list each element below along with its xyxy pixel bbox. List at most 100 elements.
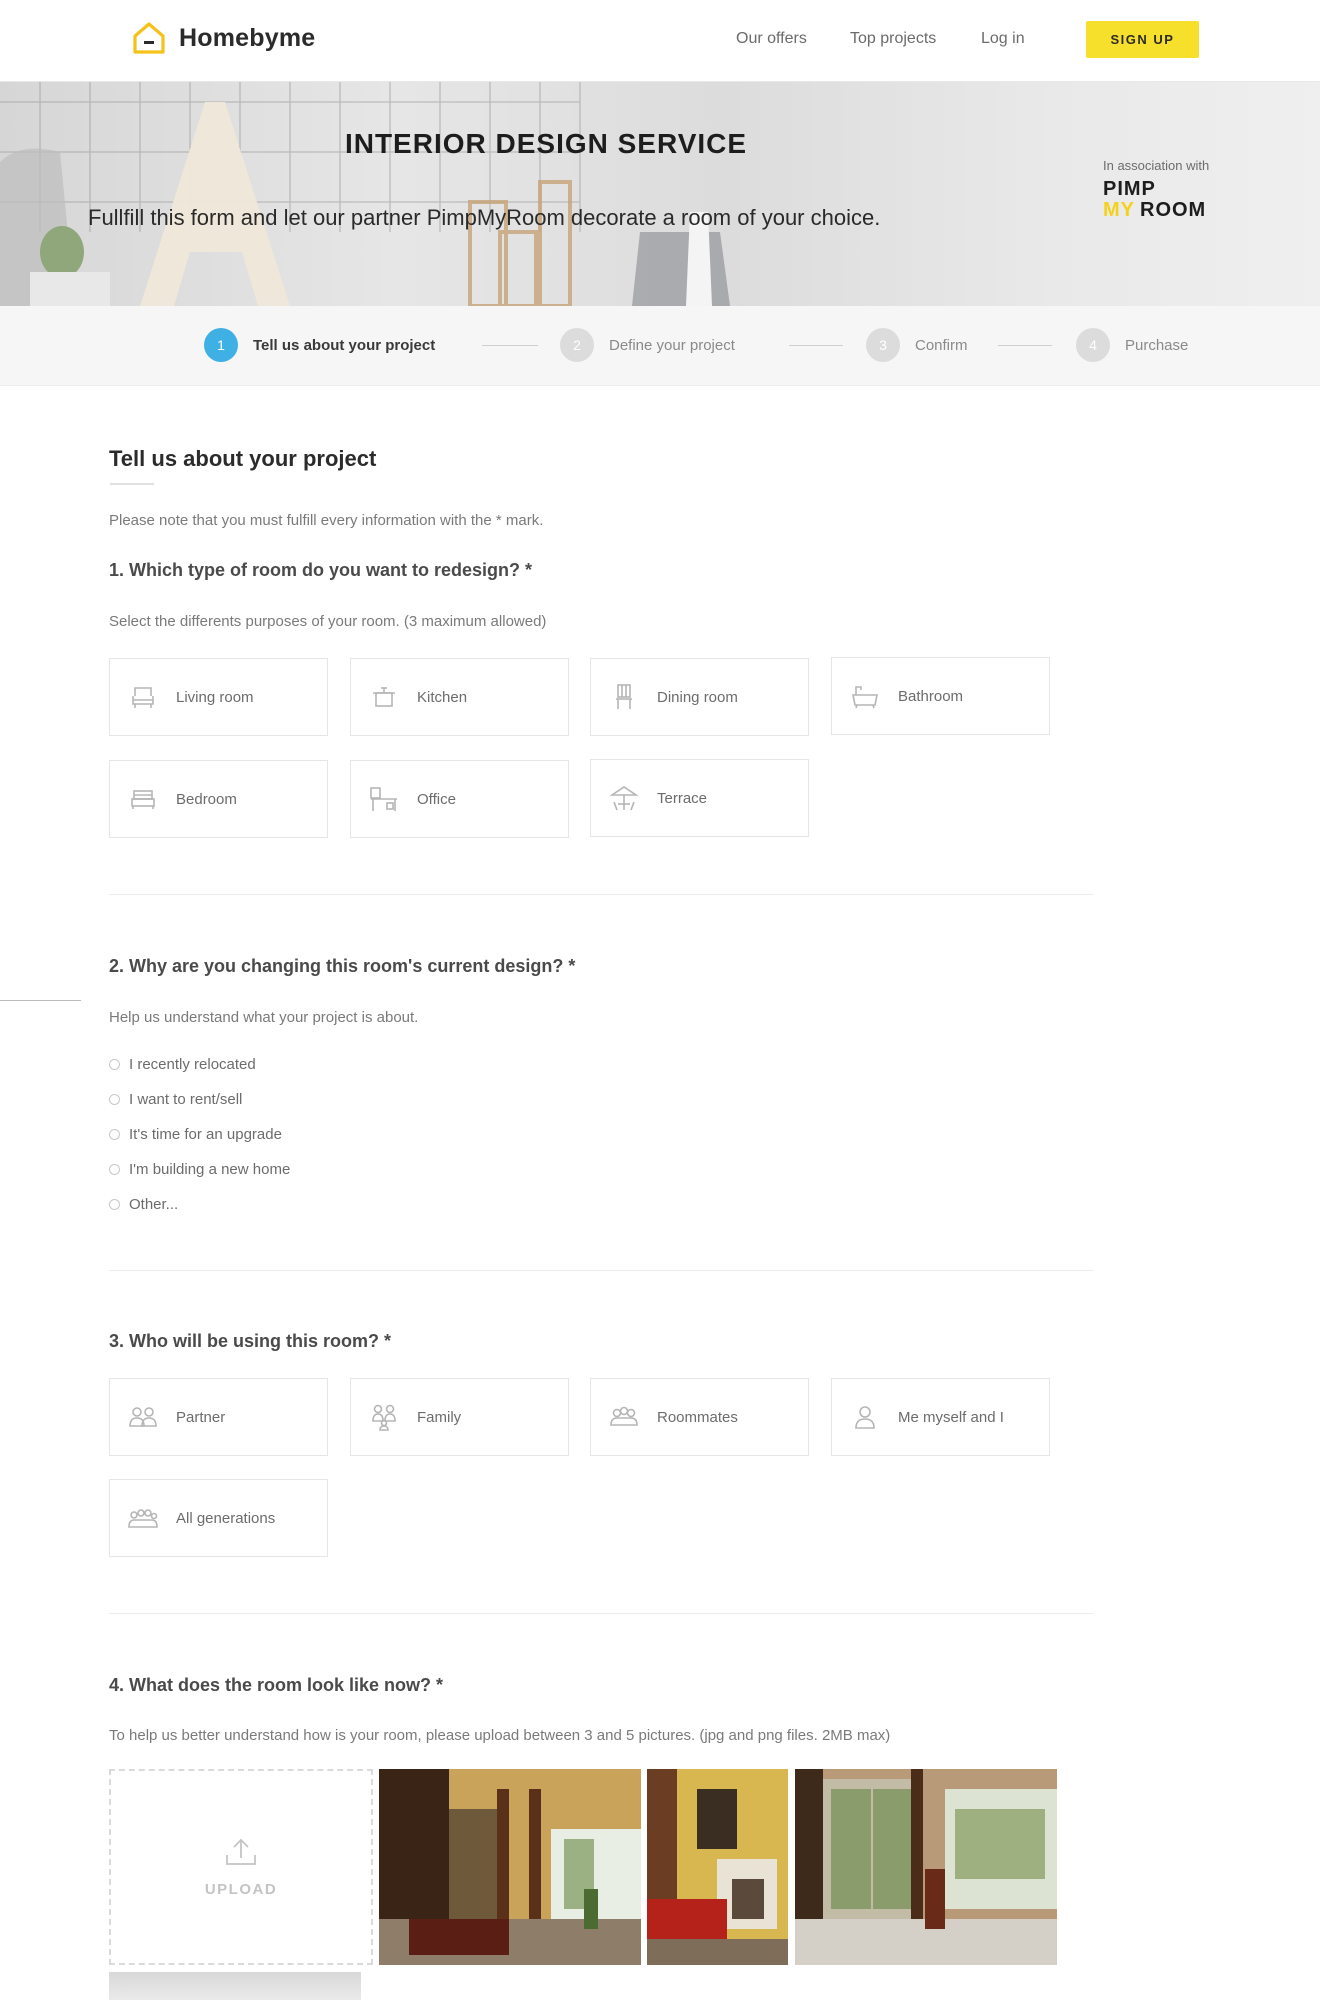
question-1: 1. Which type of room do you want to red… [109,560,533,580]
top-navbar: Homebyme Our offers Top projects Log in … [0,0,1320,82]
option-label: Roommates [657,1408,738,1426]
radio-label: Other... [129,1196,179,1213]
option-label: Living room [176,688,254,706]
side-decoration-line [0,1000,81,1001]
chair-icon [609,682,639,712]
person-icon [850,1402,880,1432]
pot-icon [369,682,399,712]
radio-label: I'm building a new home [129,1161,291,1178]
step-label: Tell us about your project [253,336,436,354]
form-title: Tell us about your project [109,446,377,471]
nav-our-offers[interactable]: Our offers [736,30,807,48]
association-label: In association with [1103,158,1210,173]
radio-label: I want to rent/sell [129,1091,243,1108]
option-label: Terrace [657,789,708,807]
nav-top-projects[interactable]: Top projects [850,30,936,48]
house-logo-icon [133,22,165,54]
step-2[interactable]: 2 Define your project [560,328,735,362]
family-icon [369,1402,399,1432]
radio-circle[interactable] [109,1059,120,1070]
section-divider [109,894,1093,895]
radio-circle[interactable] [109,1129,120,1140]
partner-logo-my: MY [1103,199,1135,221]
step-label: Confirm [915,336,968,354]
upload-dropzone[interactable]: UPLOAD [109,1769,373,1965]
option-label: Bedroom [176,790,237,808]
question-4: 4. What does the room look like now? * [109,1675,444,1695]
step-connector [482,345,538,346]
reason-option[interactable]: I want to rent/sell [109,1091,242,1108]
option-label: Dining room [657,688,738,706]
step-number: 1 [204,328,238,362]
option-label: Office [417,790,456,808]
user-option-me-myself-and-i[interactable]: Me myself and I [831,1378,1050,1456]
reason-option[interactable]: I recently relocated [109,1056,256,1073]
room-photo-2[interactable] [647,1769,788,1965]
room-photo-1[interactable] [379,1769,641,1965]
user-option-all-generations[interactable]: All generations [109,1479,328,1557]
option-label: Family [417,1408,462,1426]
progress-stepper: 1 Tell us about your project 2 Define yo… [0,306,1320,386]
room-option-dining-room[interactable]: Dining room [590,658,809,736]
parasol-icon [609,783,639,813]
partner-logo-pimp: PIMP [1103,178,1156,200]
reason-option[interactable]: Other... [109,1196,178,1213]
question-2: 2. Why are you changing this room's curr… [109,956,576,976]
bed-icon [128,784,158,814]
required-note: Please note that you must fulfill every … [109,512,544,529]
reason-option[interactable]: I'm building a new home [109,1161,290,1178]
hero-subtitle: Fullfill this form and let our partner P… [88,205,881,230]
room-option-terrace[interactable]: Terrace [590,759,809,837]
option-label: All generations [176,1509,276,1527]
room-option-living-room[interactable]: Living room [109,658,328,736]
room-option-office[interactable]: Office [350,760,569,838]
radio-circle[interactable] [109,1164,120,1175]
step-label: Define your project [609,336,735,354]
next-section-preview [109,1972,361,2000]
section-divider [109,1613,1093,1614]
question-1-help: Select the differents purposes of your r… [109,613,547,630]
two-people-icon [128,1402,158,1432]
section-divider [109,1270,1093,1271]
room-option-bathroom[interactable]: Bathroom [831,657,1050,735]
nav-log-in[interactable]: Log in [981,30,1025,48]
brand-name: Homebyme [179,23,316,52]
step-4[interactable]: 4 Purchase [1076,328,1188,362]
sign-up-button[interactable]: SIGN UP [1086,21,1199,58]
radio-circle[interactable] [109,1199,120,1210]
upload-icon [226,1838,256,1865]
bathtub-icon [850,681,880,711]
option-label: Kitchen [417,688,468,706]
step-number: 3 [866,328,900,362]
step-3[interactable]: 3 Confirm [866,328,968,362]
room-option-kitchen[interactable]: Kitchen [350,658,569,736]
room-photo-3[interactable] [795,1769,1057,1965]
option-label: Partner [176,1408,226,1426]
title-underline [110,483,154,485]
reason-option[interactable]: It's time for an upgrade [109,1126,282,1143]
radio-label: It's time for an upgrade [129,1126,282,1143]
step-label: Purchase [1125,336,1189,354]
user-option-family[interactable]: Family [350,1378,569,1456]
step-number: 2 [560,328,594,362]
step-connector [998,345,1052,346]
partner-logo-room: ROOM [1140,199,1207,221]
brand-logo[interactable]: Homebyme [131,20,315,56]
step-number: 4 [1076,328,1110,362]
hero-title: INTERIOR DESIGN SERVICE [344,128,748,159]
step-1[interactable]: 1 Tell us about your project [204,328,435,362]
desk-icon [369,784,399,814]
generations-icon [128,1503,158,1533]
question-3: 3. Who will be using this room? * [109,1331,392,1351]
user-option-partner[interactable]: Partner [109,1378,328,1456]
option-label: Me myself and I [898,1408,1004,1426]
sofa-icon [128,682,158,712]
question-4-help: To help us better understand how is your… [109,1727,891,1744]
upload-label: UPLOAD [204,1880,278,1898]
user-option-roommates[interactable]: Roommates [590,1378,809,1456]
radio-label: I recently relocated [129,1056,256,1073]
hero-banner: INTERIOR DESIGN SERVICE Fullfill this fo… [0,82,1320,306]
group-icon [609,1402,639,1432]
radio-circle[interactable] [109,1094,120,1105]
room-option-bedroom[interactable]: Bedroom [109,760,328,838]
